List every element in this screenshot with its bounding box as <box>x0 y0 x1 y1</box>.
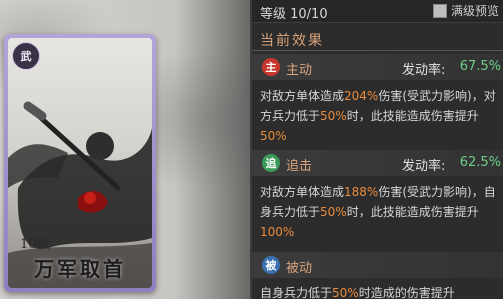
trigger-rate-value: 67.5% <box>459 59 501 74</box>
max-level-preview-label: 满级预览 <box>450 4 499 18</box>
skill-card-face: 武 10级 万军取首 <box>8 38 152 288</box>
trigger-rate-value: 62.5% <box>459 155 501 170</box>
effect-header-active: 主 主动 发动率: 67.5% <box>252 54 503 80</box>
trigger-rate-label: 发动率: <box>402 63 446 78</box>
card-level: 10级 <box>20 237 50 252</box>
pursuit-skill-icon: 追 <box>262 154 280 172</box>
current-effect-title: 当前效果 <box>260 33 324 49</box>
effect-header-passive: 被 被动 <box>252 252 503 278</box>
passive-skill-icon: 被 <box>262 256 280 274</box>
skill-type-badge: 武 <box>12 42 40 70</box>
skill-name: 万军取首 <box>34 257 126 281</box>
effect-name: 主动 <box>286 63 313 78</box>
effect-name: 追击 <box>286 159 313 174</box>
effect-name: 被动 <box>286 261 313 276</box>
level-bar: 等级 10/10 满级预览 <box>252 0 503 23</box>
effect-header-pursuit: 追 追击 发动率: 62.5% <box>252 150 503 176</box>
effect-description-passive: 自身兵力低于50%时造成的伤害提升 <box>260 286 455 299</box>
active-skill-icon: 主 <box>262 58 280 76</box>
divider <box>252 50 503 51</box>
skill-detail-screen: 武 10级 万军取首 等级 10/10 满级预览 当前效果 主 主动 发动率: … <box>0 0 503 299</box>
skill-level-text: 等级 10/10 <box>260 7 328 22</box>
trigger-rate-label: 发动率: <box>402 159 446 174</box>
max-level-preview-checkbox[interactable] <box>432 3 447 18</box>
max-level-preview-toggle[interactable]: 满级预览 <box>432 2 499 19</box>
skill-card[interactable]: 武 10级 万军取首 <box>4 34 156 292</box>
effect-description-pursuit: 对敌方单体造成188%伤害(受武力影响)，自身兵力低于50%时，此技能造成伤害提… <box>260 185 496 239</box>
effect-description-active: 对敌方单体造成204%伤害(受武力影响)，对方兵力低于50%时，此技能造成伤害提… <box>260 89 496 143</box>
skill-info-panel: 等级 10/10 满级预览 当前效果 主 主动 发动率: 67.5% 对敌方单体… <box>252 0 503 299</box>
